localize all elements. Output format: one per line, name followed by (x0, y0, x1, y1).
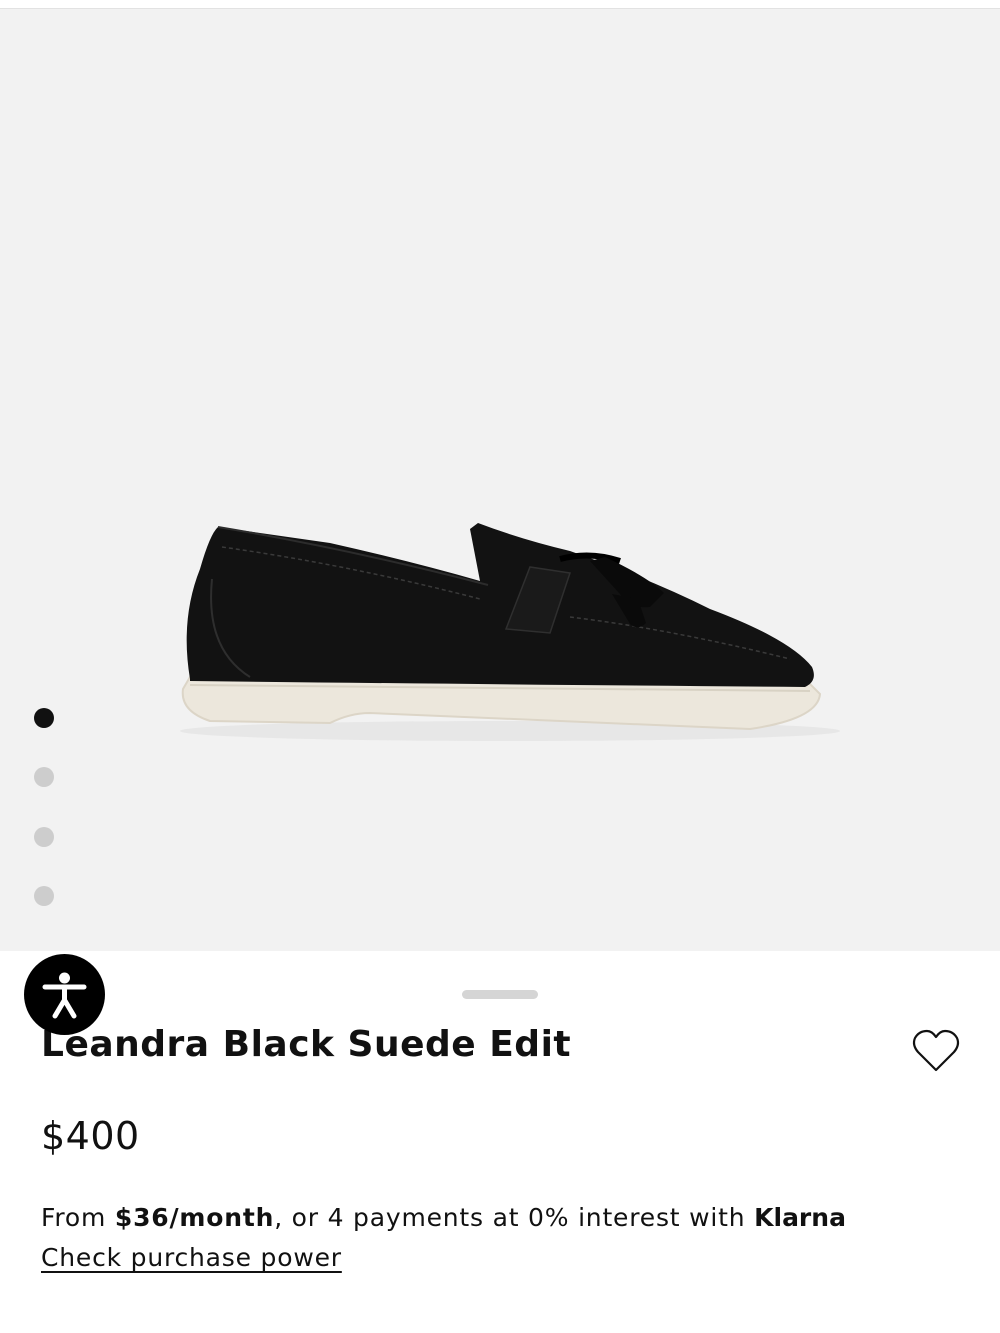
top-divider (0, 0, 1000, 9)
product-price: $400 (41, 1114, 140, 1158)
gallery-dot-2[interactable] (34, 767, 54, 787)
gallery-pagination (34, 708, 56, 928)
financing-monthly-amount: $36/month (114, 1203, 275, 1232)
product-image-loafer (180, 523, 840, 741)
check-purchase-power-link[interactable]: Check purchase power (41, 1243, 342, 1272)
wishlist-button[interactable] (910, 1026, 962, 1076)
financing-prefix: From (41, 1203, 115, 1232)
gallery-dot-1[interactable] (34, 708, 54, 728)
accessibility-icon (42, 972, 87, 1019)
klarna-logo-text: Klarna (754, 1203, 846, 1232)
heart-outline-icon (912, 1029, 960, 1072)
accessibility-button[interactable] (24, 954, 105, 1035)
product-image-gallery[interactable] (0, 9, 1000, 951)
gallery-dot-3[interactable] (34, 827, 54, 847)
product-title: Leandra Black Suede Edit (41, 1024, 572, 1065)
sheet-drag-handle[interactable] (462, 990, 538, 999)
financing-middle-text: , or 4 payments at 0% interest with (274, 1203, 755, 1232)
gallery-dot-4[interactable] (34, 886, 54, 906)
klarna-financing-text: From $36/month, or 4 payments at 0% inte… (41, 1203, 846, 1232)
